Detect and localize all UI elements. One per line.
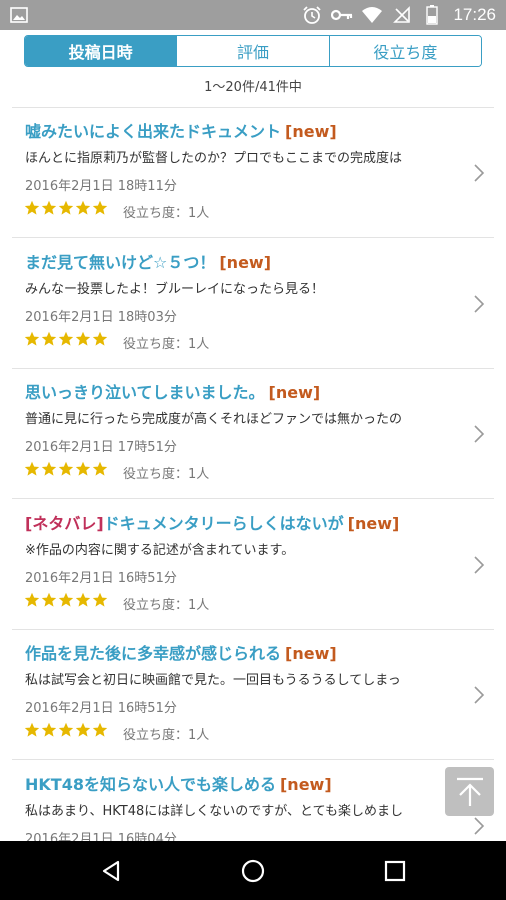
helpful-count: 役立ち度：1人	[123, 728, 210, 743]
new-badge: [new]	[347, 513, 400, 533]
review-item[interactable]: 作品を見た後に多幸感が感じられる [new] 私は試写会と初日に映画館で見た。一回目…	[12, 630, 494, 760]
screen: 17:26 投稿日時 評価 役立ち度 1〜20件/41件中 嘘みたいによく出来た…	[0, 0, 506, 900]
recents-button[interactable]	[375, 851, 415, 891]
review-title-text: 思いっきり泣いてしまいました。	[25, 383, 265, 402]
new-badge: [new]	[219, 252, 272, 272]
star-icon	[92, 200, 108, 215]
back-icon	[102, 860, 120, 882]
new-badge: [new]	[285, 122, 337, 141]
navigation-bar	[0, 841, 506, 900]
helpful-count: 役立ち度：1人	[123, 206, 210, 221]
star-icon	[75, 461, 91, 476]
review-title: HKT48を知らない人でも楽しめる [new]	[25, 771, 455, 795]
star-icon	[24, 461, 40, 476]
review-title-text: ドキュメンタリーらしくはないが	[103, 513, 344, 533]
review-title-text: HKT48を知らない人でも楽しめる	[25, 774, 276, 794]
review-title-text: 作品を見た後に多幸感が感じられる	[25, 644, 282, 663]
wifi-icon	[361, 4, 383, 26]
star-icon	[75, 592, 91, 607]
back-button[interactable]	[91, 851, 131, 891]
star-rating	[24, 461, 108, 477]
star-icon	[24, 722, 40, 737]
review-title: 作品を見た後に多幸感が感じられる [new]	[25, 640, 455, 664]
star-icon	[92, 461, 108, 476]
star-icon	[92, 592, 108, 607]
star-icon	[75, 200, 91, 215]
review-item[interactable]: [ネタバレ]ドキュメンタリーらしくはないが [new] ※作品の内容に関する記述が含…	[12, 500, 494, 630]
star-icon	[58, 592, 74, 607]
tab-post-date[interactable]: 投稿日時	[25, 36, 177, 66]
review-excerpt: 普通に見に行ったら完成度が高くそれほどファンでは無かったの	[25, 412, 403, 427]
star-icon	[41, 461, 57, 476]
star-icon	[58, 461, 74, 476]
review-title-text: まだ見て無いけど☆５つ！	[25, 252, 216, 272]
star-icon	[24, 592, 40, 607]
review-item[interactable]: 思いっきり泣いてしまいました。 [new] 普通に見に行ったら完成度が高くそれほどフ…	[12, 369, 494, 499]
star-icon	[24, 331, 40, 346]
review-excerpt: 私はあまり、HKT48には詳しくないのですが、とても楽しめまし	[25, 803, 403, 819]
chevron-right-icon	[474, 164, 485, 182]
review-item[interactable]: まだ見て無いけど☆５つ！ [new] みんなー投票したよ！ブルーレイになったら見る！…	[12, 239, 494, 369]
review-title-text: 嘘みたいによく出来たドキュメント	[25, 122, 282, 141]
arrow-up-icon	[456, 777, 483, 806]
chevron-right-icon	[474, 686, 485, 704]
review-date: 2016年2月1日 16時51分	[25, 570, 177, 586]
star-rating	[24, 331, 108, 347]
new-badge: [new]	[279, 774, 332, 794]
review-date: 2016年2月1日 18時11分	[25, 179, 177, 194]
star-icon	[58, 722, 74, 737]
clock: 17:26	[453, 5, 496, 24]
status-bar: 17:26	[0, 0, 506, 30]
review-title: [ネタバレ]ドキュメンタリーらしくはないが [new]	[25, 510, 455, 534]
review-date: 2016年2月1日 16時51分	[25, 701, 177, 716]
star-icon	[58, 200, 74, 215]
helpful-count: 役立ち度：1人	[123, 336, 210, 352]
tab-helpfulness[interactable]: 役立ち度	[328, 36, 481, 66]
star-icon	[58, 331, 74, 346]
review-excerpt: ほんとに指原莉乃が監督したのか？プロでもここまでの完成度は	[25, 151, 403, 166]
review-title: 思いっきり泣いてしまいました。 [new]	[25, 379, 455, 403]
star-icon	[41, 331, 57, 346]
helpful-count: 役立ち度：1人	[123, 467, 210, 482]
spoiler-tag: [ネタバレ]	[25, 513, 104, 533]
star-icon	[92, 722, 108, 737]
chevron-right-icon	[474, 425, 485, 443]
no-signal-icon	[391, 4, 413, 26]
star-icon	[24, 200, 40, 215]
home-icon	[241, 859, 265, 883]
review-date: 2016年2月1日 17時51分	[25, 440, 177, 455]
star-icon	[75, 722, 91, 737]
tab-rating[interactable]: 評価	[176, 36, 329, 66]
review-excerpt: 私は試写会と初日に映画館で見た。一回目もうるうるしてしまっ	[25, 673, 401, 688]
battery-icon	[421, 4, 443, 26]
star-icon	[41, 200, 57, 215]
scroll-to-top-button[interactable]	[445, 767, 494, 816]
star-icon	[92, 331, 108, 346]
sort-tabs: 投稿日時 評価 役立ち度	[24, 35, 482, 67]
review-date: 2016年2月1日 18時03分	[25, 309, 177, 325]
recents-icon	[384, 860, 406, 882]
star-icon	[41, 722, 57, 737]
review-item[interactable]: 嘘みたいによく出来たドキュメント [new] ほんとに指原莉乃が監督したのか？プロで…	[12, 108, 494, 238]
new-badge: [new]	[268, 383, 321, 402]
key-icon	[331, 4, 353, 26]
review-excerpt: ※作品の内容に関する記述が含まれています。	[25, 542, 295, 558]
helpful-count: 役立ち度：1人	[123, 597, 210, 613]
star-rating	[24, 722, 108, 738]
home-button[interactable]	[233, 851, 273, 891]
chevron-right-icon	[474, 816, 485, 835]
new-badge: [new]	[285, 644, 337, 663]
chevron-right-icon	[474, 294, 485, 313]
star-rating	[24, 200, 108, 216]
star-icon	[75, 331, 91, 346]
review-title: 嘘みたいによく出来たドキュメント [new]	[25, 118, 455, 142]
result-count: 1〜20件/41件中	[204, 80, 302, 95]
review-excerpt: みんなー投票したよ！ブルーレイになったら見る！	[25, 281, 325, 297]
review-title: まだ見て無いけど☆５つ！ [new]	[25, 249, 455, 273]
image-icon	[10, 7, 28, 23]
star-icon	[41, 592, 57, 607]
chevron-right-icon	[474, 555, 485, 574]
star-rating	[24, 592, 108, 608]
alarm-icon	[301, 4, 323, 26]
